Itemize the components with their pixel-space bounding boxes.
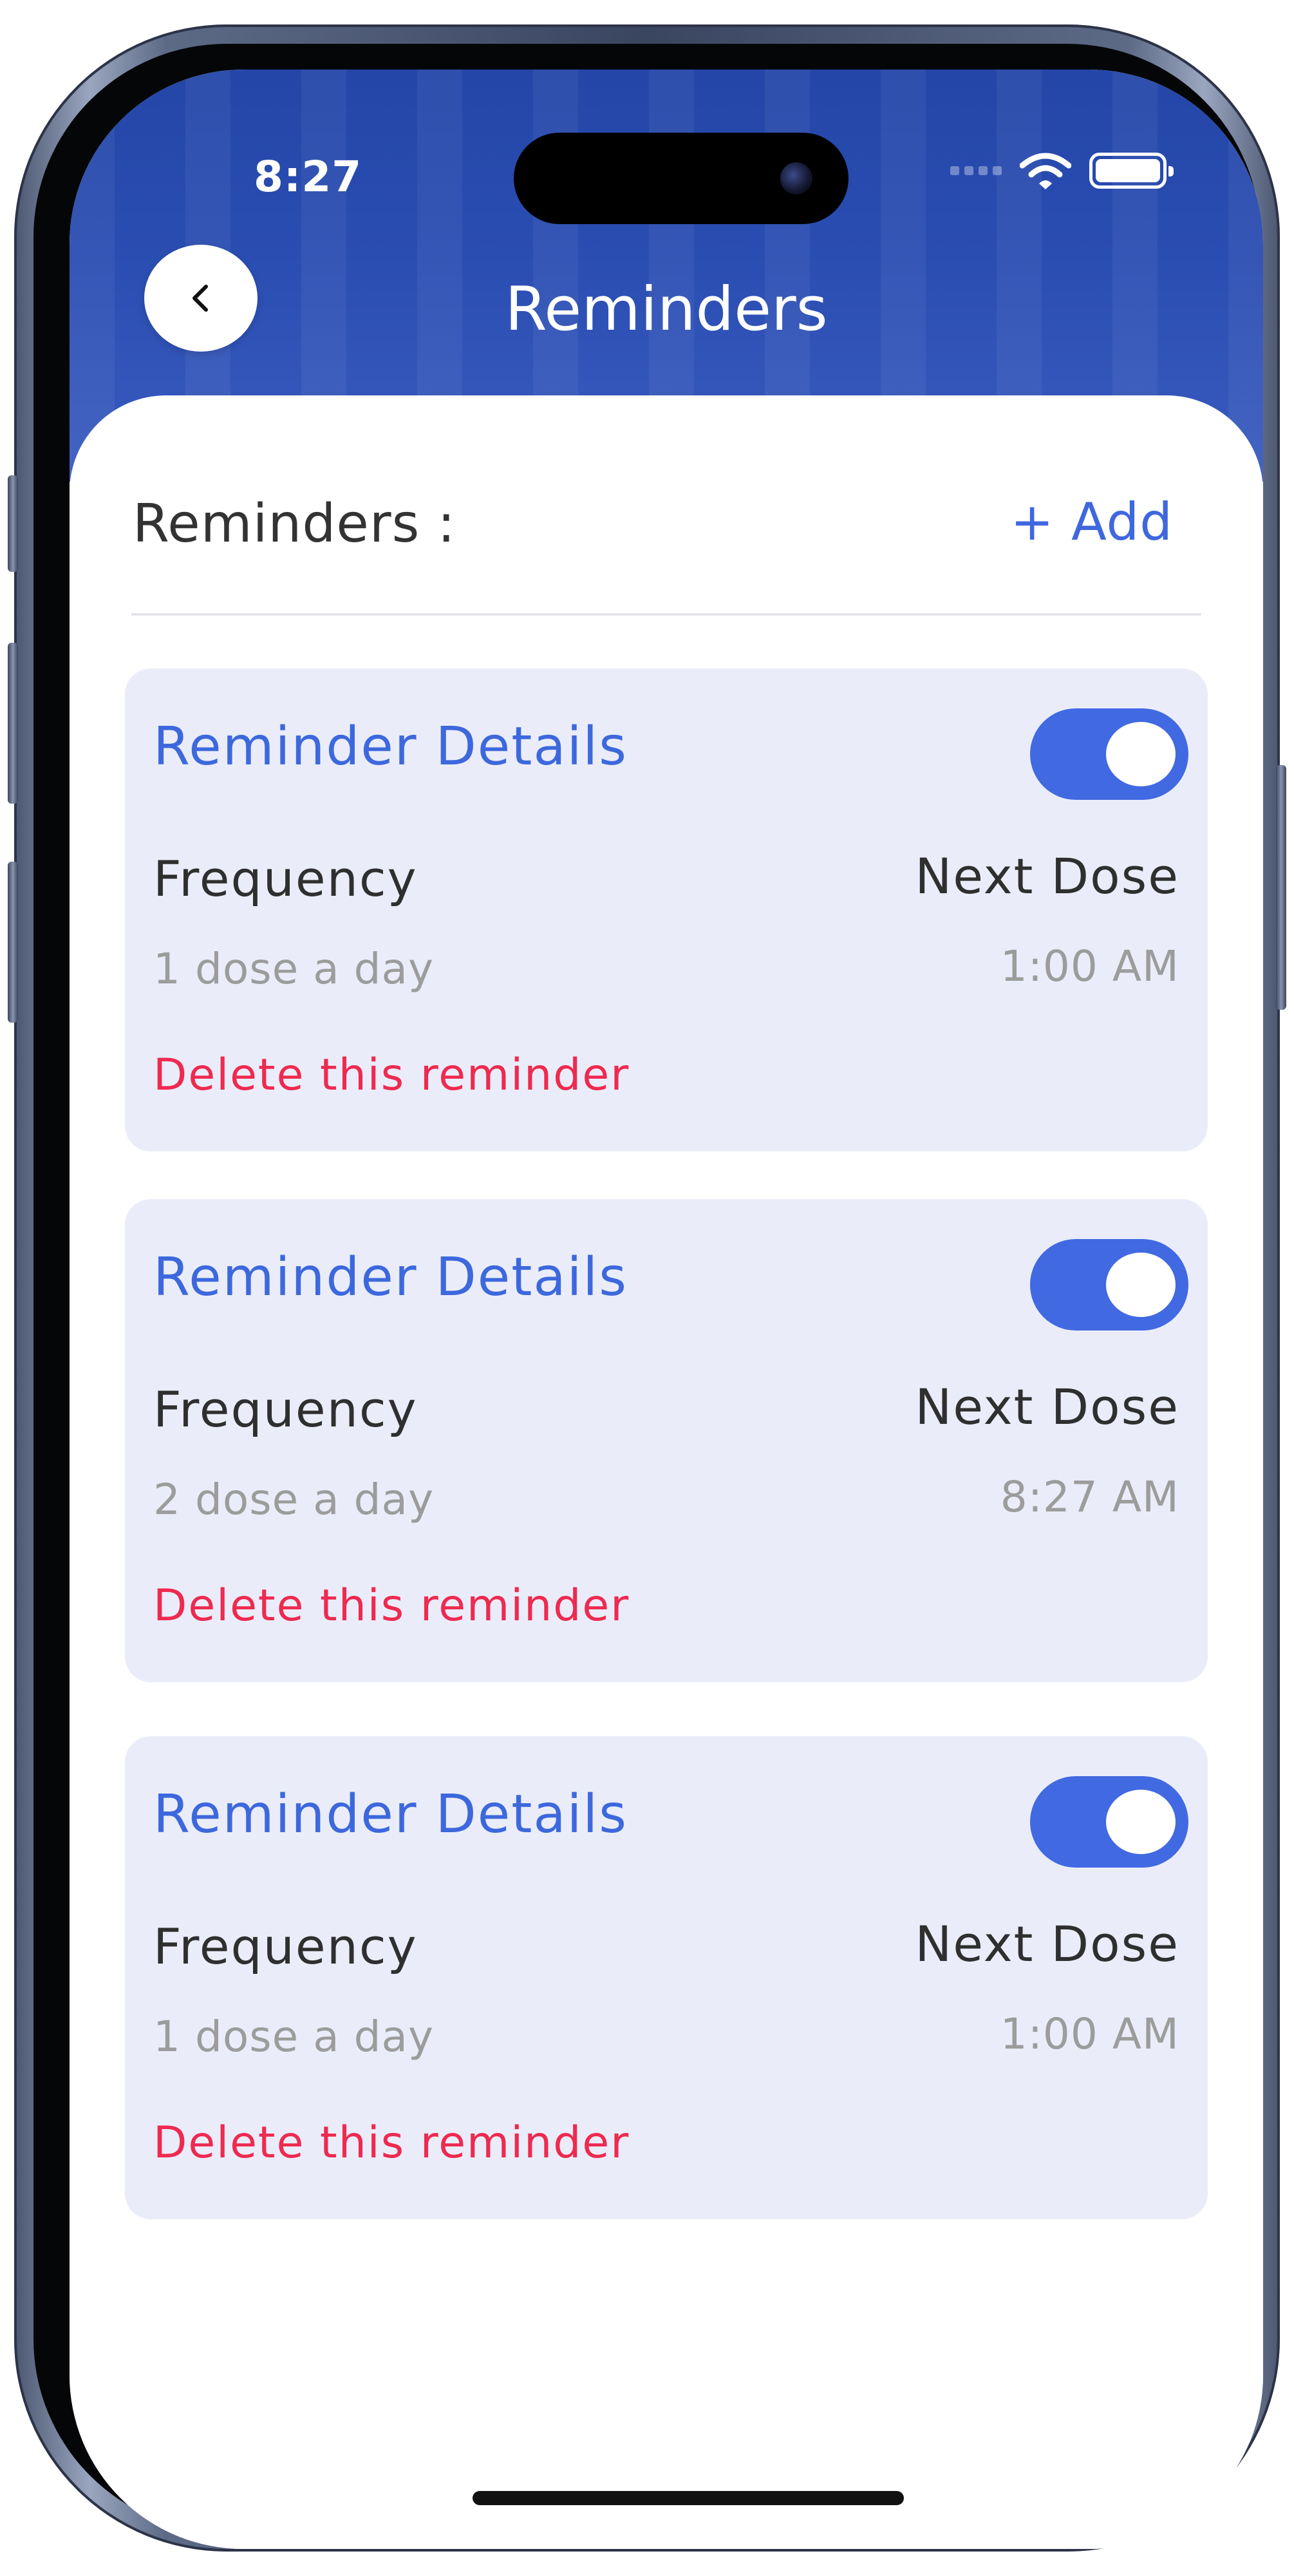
reminder-toggle[interactable] (1030, 708, 1188, 800)
reminder-card: Reminder Details Frequency Next Dose 1 d… (125, 1736, 1208, 2219)
cellular-signal-icon (950, 166, 1002, 175)
next-dose-label: Next Dose (915, 1915, 1179, 1973)
next-dose-label: Next Dose (915, 1378, 1179, 1435)
reminder-card: Reminder Details Frequency Next Dose 2 d… (125, 1199, 1208, 1682)
add-reminder-button[interactable]: + Add (1011, 492, 1173, 552)
next-dose-value: 8:27 AM (1000, 1472, 1179, 1522)
toggle-knob (1106, 1790, 1176, 1854)
content-sheet: Reminders : + Add Reminder Details Frequ… (70, 395, 1263, 2549)
reminder-toggle[interactable] (1030, 1239, 1188, 1331)
battery-icon (1089, 153, 1174, 189)
camera-icon (780, 162, 812, 194)
toggle-knob (1106, 722, 1176, 786)
section-title: Reminders : (133, 493, 456, 554)
volume-down-button (8, 862, 18, 1023)
screen: 8:27 Reminders Reminders: + Add Reminde… (70, 70, 1263, 2549)
delete-reminder-button[interactable]: Delete this reminder (153, 1050, 630, 1101)
reminder-card: Reminder Details Frequency Next Dose 1 d… (125, 668, 1208, 1151)
frequency-value: 2 dose a day (153, 1475, 435, 1524)
delete-reminder-button[interactable]: Delete this reminder (153, 2117, 630, 2168)
phone-frame: 8:27 Reminders Reminders: + Add Reminde… (8, 24, 1286, 2552)
volume-up-button (8, 643, 18, 804)
action-button (8, 475, 18, 572)
toggle-knob (1106, 1253, 1176, 1317)
next-dose-label: Next Dose (915, 848, 1179, 905)
frequency-label: Frequency (153, 1381, 418, 1438)
status-time: 8:27 (254, 152, 362, 202)
bezel: 8:27 Reminders Reminders: + Add Reminde… (33, 44, 1263, 2549)
wifi-icon (1020, 153, 1071, 189)
reminder-toggle[interactable] (1030, 1776, 1188, 1868)
power-button (1276, 765, 1286, 1010)
status-icons (950, 148, 1174, 193)
home-indicator[interactable] (473, 2491, 904, 2505)
card-title: Reminder Details (153, 1247, 628, 1308)
delete-reminder-button[interactable]: Delete this reminder (153, 1580, 630, 1631)
frequency-value: 1 dose a day (153, 944, 435, 994)
card-title: Reminder Details (153, 1784, 628, 1845)
divider (131, 613, 1201, 616)
frequency-label: Frequency (153, 1918, 418, 1975)
dynamic-island (514, 133, 849, 224)
next-dose-value: 1:00 AM (1000, 2009, 1179, 2059)
card-title: Reminder Details (153, 716, 628, 777)
page-title: Reminders (505, 274, 828, 345)
frequency-value: 1 dose a day (153, 2012, 435, 2061)
frequency-label: Frequency (153, 850, 418, 907)
next-dose-value: 1:00 AM (1000, 942, 1179, 991)
